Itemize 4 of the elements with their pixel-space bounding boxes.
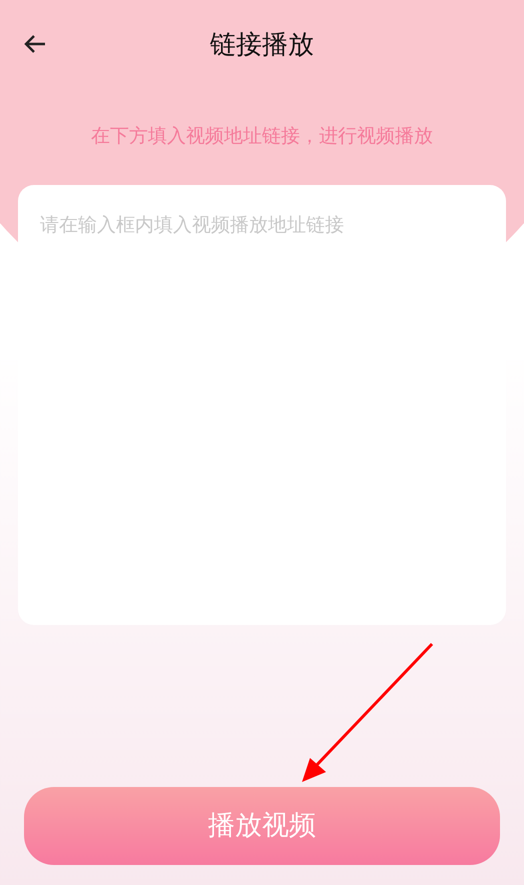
play-video-button[interactable]: 播放视频: [24, 787, 500, 865]
instruction-text: 在下方填入视频地址链接，进行视频播放: [90, 124, 434, 149]
back-arrow-icon[interactable]: [24, 34, 46, 54]
page-title: 链接播放: [210, 28, 314, 62]
